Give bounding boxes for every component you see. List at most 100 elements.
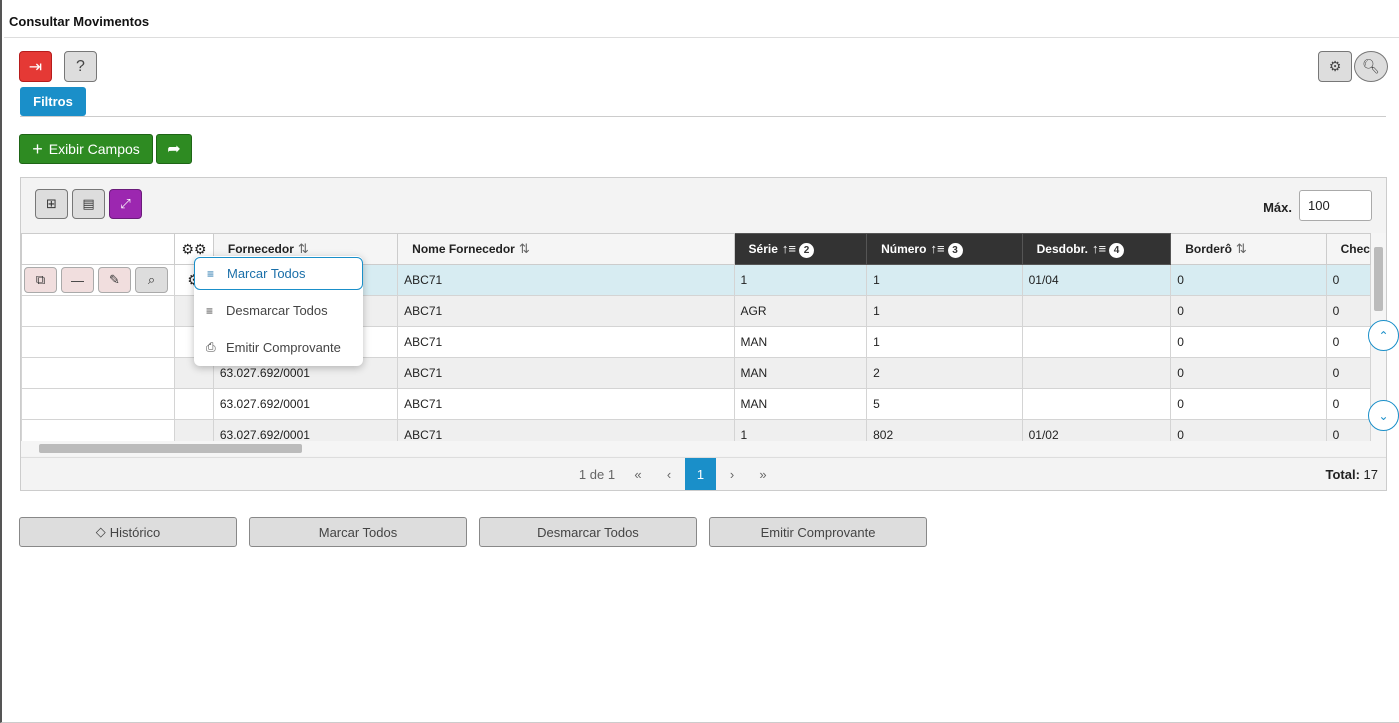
col-header-chec[interactable]: Chec bbox=[1325, 233, 1371, 265]
cell-nome-fornecedor: ABC71 bbox=[397, 419, 735, 441]
cell-fornecedor: 63.027.692/0001 bbox=[212, 388, 399, 420]
sort-order-badge: 3 bbox=[947, 242, 963, 258]
page-info: 1 de 1 bbox=[578, 466, 616, 482]
scroll-up-button[interactable]: ⌃ bbox=[1368, 320, 1399, 351]
pagination: 1 de 1 « ‹ 1 › » Total: 17 bbox=[21, 457, 1386, 490]
expand-icon: ⤢ bbox=[120, 196, 131, 211]
cell-serie: MAN bbox=[733, 326, 868, 358]
cell-serie: AGR bbox=[733, 295, 868, 327]
search-button[interactable]: 🔍︎ bbox=[1354, 51, 1388, 82]
cell-chec: 0 bbox=[1325, 357, 1371, 389]
cell-nome-fornecedor: ABC71 bbox=[397, 357, 735, 389]
table-row[interactable]: 63.027.692/0001 ABC71 MAN 5 0 0 bbox=[21, 388, 1371, 420]
double-chevron-up-icon: ⌃ bbox=[1378, 328, 1389, 343]
cell-serie: MAN bbox=[733, 388, 868, 420]
col-header-nome-fornecedor[interactable]: Nome Fornecedor ⇅ bbox=[397, 233, 735, 265]
emitir-comprovante-button[interactable]: Emitir Comprovante bbox=[709, 517, 927, 547]
row-actions: ⧉ — ✎ ⌕ bbox=[21, 264, 175, 296]
row-actions bbox=[21, 419, 175, 441]
row-actions bbox=[21, 357, 175, 389]
cell-numero: 802 bbox=[866, 419, 1023, 441]
cell-numero: 1 bbox=[866, 264, 1023, 296]
divider bbox=[20, 116, 1386, 117]
menu-item-emitir-comprovante[interactable]: ⎙ Emitir Comprovante bbox=[194, 331, 363, 364]
edit-button[interactable]: ✎ bbox=[98, 267, 131, 293]
cell-serie: 1 bbox=[733, 264, 868, 296]
scroll-thumb[interactable] bbox=[1374, 247, 1383, 311]
copy-icon: ⧉ bbox=[35, 272, 46, 287]
cell-desdobr bbox=[1021, 388, 1172, 420]
row-gear bbox=[173, 419, 214, 441]
cell-desdobr: 01/04 bbox=[1021, 264, 1172, 296]
cell-bordero: 0 bbox=[1170, 419, 1327, 441]
cell-bordero: 0 bbox=[1170, 295, 1327, 327]
delete-button[interactable]: — bbox=[61, 267, 94, 293]
row-gear bbox=[173, 388, 214, 420]
exibir-campos-button[interactable]: + Exibir Campos bbox=[19, 134, 153, 164]
max-label: Máx. bbox=[1263, 200, 1292, 215]
col-header-desdobr[interactable]: Desdobr. ↑≡ 4 bbox=[1021, 233, 1172, 265]
cell-desdobr bbox=[1021, 295, 1172, 327]
row-actions bbox=[21, 295, 175, 327]
scroll-thumb[interactable] bbox=[39, 444, 302, 453]
cell-serie: 1 bbox=[733, 419, 868, 441]
help-button[interactable]: ? bbox=[64, 51, 97, 82]
historico-button[interactable]: ◇ Histórico bbox=[19, 517, 237, 547]
cell-nome-fornecedor: ABC71 bbox=[397, 264, 735, 296]
filtros-tab[interactable]: Filtros bbox=[20, 87, 86, 116]
exit-icon: ⇥ bbox=[28, 58, 43, 76]
question-icon: ? bbox=[76, 57, 85, 75]
menu-item-marcar-todos[interactable]: ≡ Marcar Todos bbox=[194, 257, 363, 290]
list-icon: ≡ bbox=[206, 303, 214, 318]
cell-numero: 2 bbox=[866, 357, 1023, 389]
next-page-button[interactable]: › bbox=[717, 458, 747, 490]
cell-numero: 5 bbox=[866, 388, 1023, 420]
max-input[interactable]: 100 bbox=[1299, 190, 1372, 221]
row-actions bbox=[21, 388, 175, 420]
col-header-numero[interactable]: Número ↑≡ 3 bbox=[866, 233, 1023, 265]
menu-item-desmarcar-todos[interactable]: ≡ Desmarcar Todos bbox=[194, 294, 363, 327]
last-page-button[interactable]: » bbox=[748, 458, 778, 490]
first-page-button[interactable]: « bbox=[623, 458, 653, 490]
page-1-button[interactable]: 1 bbox=[685, 458, 716, 490]
cell-chec: 0 bbox=[1325, 264, 1371, 296]
desmarcar-todos-button[interactable]: Desmarcar Todos bbox=[479, 517, 697, 547]
cell-chec: 0 bbox=[1325, 295, 1371, 327]
exibir-campos-label: Exibir Campos bbox=[48, 141, 140, 157]
share-button[interactable]: ➦ bbox=[156, 134, 192, 164]
double-chevron-down-icon: ⌄ bbox=[1378, 408, 1389, 423]
copy-button[interactable]: ⧉ bbox=[24, 267, 57, 293]
col-header-bordero[interactable]: Borderô ⇅ bbox=[1170, 233, 1327, 265]
cell-nome-fornecedor: ABC71 bbox=[397, 388, 735, 420]
page-title: Consultar Movimentos bbox=[9, 14, 150, 29]
gears-icon: ⚙⚙ bbox=[181, 240, 207, 257]
col-header-serie[interactable]: Série ↑≡ 2 bbox=[733, 233, 868, 265]
scroll-down-button[interactable]: ⌄ bbox=[1368, 400, 1399, 431]
layout-button[interactable]: ⊞ bbox=[35, 189, 68, 219]
search-icon: ⌕ bbox=[147, 272, 156, 287]
grid-icon: ⊞ bbox=[46, 196, 57, 211]
cell-desdobr bbox=[1021, 357, 1172, 389]
sort-order-badge: 2 bbox=[798, 242, 814, 258]
excel-export-button[interactable]: ▤ bbox=[72, 189, 105, 219]
expand-button[interactable]: ⤢ bbox=[109, 189, 142, 219]
action-header bbox=[21, 233, 175, 265]
share-arrow-icon: ➦ bbox=[167, 141, 181, 158]
sort-order-badge: 4 bbox=[1109, 242, 1125, 258]
settings-button[interactable]: ⚙ bbox=[1318, 51, 1352, 82]
cell-bordero: 0 bbox=[1170, 264, 1327, 296]
cell-numero: 1 bbox=[866, 295, 1023, 327]
marcar-todos-button[interactable]: Marcar Todos bbox=[249, 517, 467, 547]
cell-chec: 0 bbox=[1325, 419, 1371, 441]
minus-icon: — bbox=[71, 272, 84, 288]
table-row[interactable]: 63.027.692/0001 ABC71 1 802 01/02 0 0 bbox=[21, 419, 1371, 441]
list-icon: ≡ bbox=[207, 266, 215, 281]
cell-nome-fornecedor: ABC71 bbox=[397, 326, 735, 358]
prev-page-button[interactable]: ‹ bbox=[654, 458, 684, 490]
cell-desdobr: 01/02 bbox=[1021, 419, 1172, 441]
horizontal-scrollbar[interactable] bbox=[21, 441, 1386, 456]
excel-icon: ▤ bbox=[82, 196, 95, 211]
pencil-icon: ✎ bbox=[109, 272, 120, 287]
view-button[interactable]: ⌕ bbox=[135, 267, 168, 293]
exit-button[interactable]: ⇥ bbox=[19, 51, 52, 82]
